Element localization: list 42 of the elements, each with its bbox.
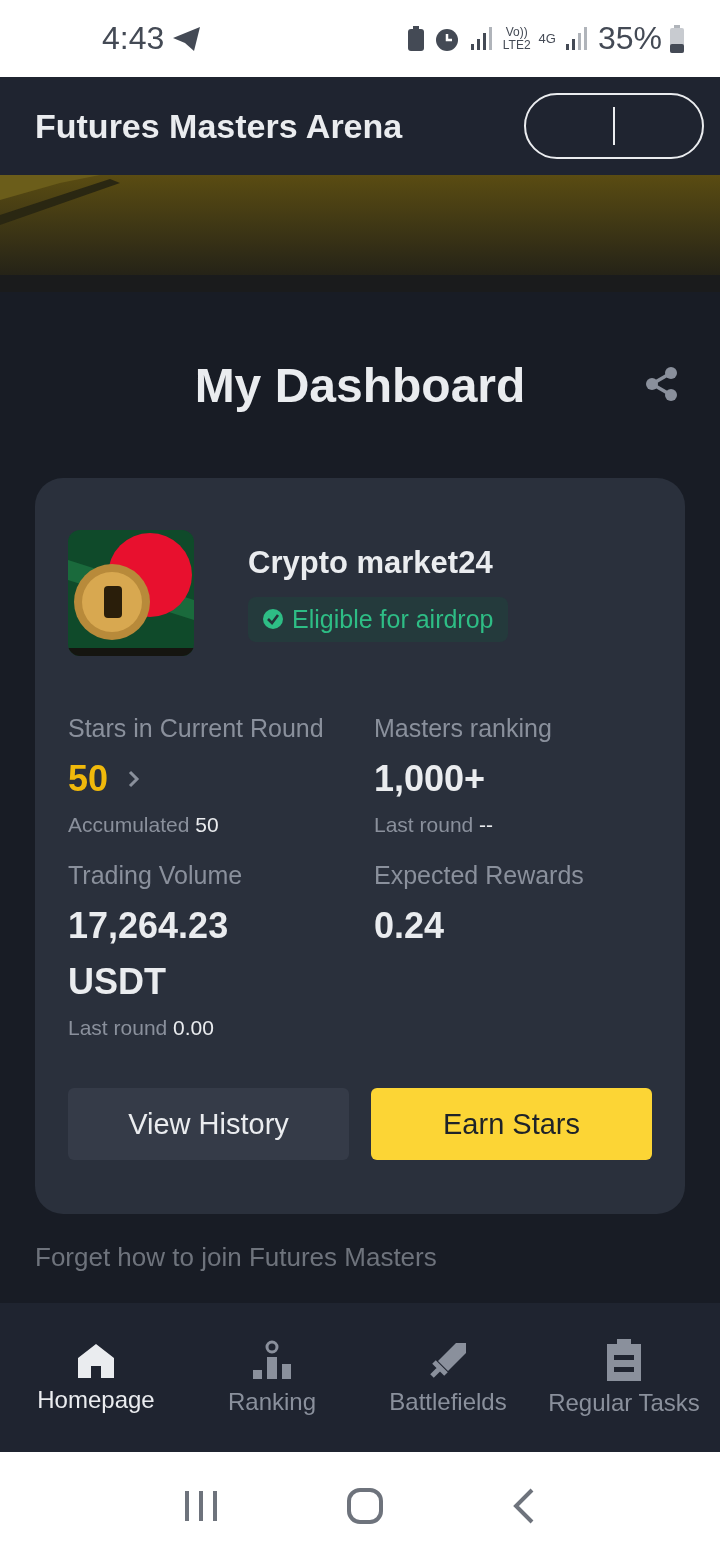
clock-time: 4:43: [102, 20, 165, 57]
help-text: Forget how to join Futures Masters: [35, 1242, 438, 1273]
battery-percent: 35%: [597, 20, 662, 57]
dashboard-title: My Dashboard: [194, 357, 526, 413]
volte-label: Vo)): [505, 25, 528, 39]
nav-tab[interactable]: Homepage: [8, 1303, 184, 1452]
stat-value: 1,000+: [374, 757, 486, 801]
stat-label: Expected Rewards: [374, 861, 584, 890]
nav-tab[interactable]: Battlefields: [360, 1303, 536, 1452]
check-circle-icon: [262, 608, 284, 630]
home-icon[interactable]: [346, 1487, 384, 1525]
signal-icon: [468, 25, 495, 52]
capsule-button[interactable]: [524, 93, 704, 159]
stat-value: 50: [68, 757, 109, 801]
network-label: 4G: [538, 31, 556, 46]
lte-label: LTE2: [502, 38, 531, 52]
stat-subtext: Last round --: [374, 813, 494, 837]
stat-subtext: Last round 0.00: [68, 1016, 214, 1040]
home-icon: [76, 1341, 116, 1378]
stat-label: Trading Volume: [68, 861, 243, 890]
stat-label: Masters ranking: [374, 714, 552, 743]
nav-tab[interactable]: Regular Tasks: [536, 1303, 712, 1452]
clipboard-icon: [607, 1338, 641, 1381]
nav-tab[interactable]: Ranking: [184, 1303, 360, 1452]
podium-icon: [251, 1339, 293, 1380]
user-name: Crypto market24: [248, 544, 493, 581]
stat-value: 0.24: [374, 904, 445, 948]
app-title: Futures Masters Arena: [35, 106, 403, 146]
back-icon[interactable]: [512, 1487, 536, 1525]
battery-icon: [670, 24, 684, 53]
recent-apps-icon[interactable]: [184, 1489, 218, 1523]
earn-button[interactable]: Earn Stars: [371, 1088, 652, 1160]
share-icon[interactable]: [645, 366, 679, 402]
signal-icon: [563, 25, 590, 52]
paper-plane-icon: [172, 25, 203, 52]
stat-label: Stars in Current Round: [68, 714, 324, 743]
history-button[interactable]: View History: [68, 1088, 349, 1160]
badge-label: Eligible for airdrop: [292, 604, 494, 634]
chevron-right-icon[interactable]: [128, 770, 141, 788]
stat-subtext: Accumulated 50: [68, 813, 219, 837]
battery-saver-icon: [406, 25, 425, 52]
stat-value: 17,264.23 USDT: [68, 904, 230, 1004]
